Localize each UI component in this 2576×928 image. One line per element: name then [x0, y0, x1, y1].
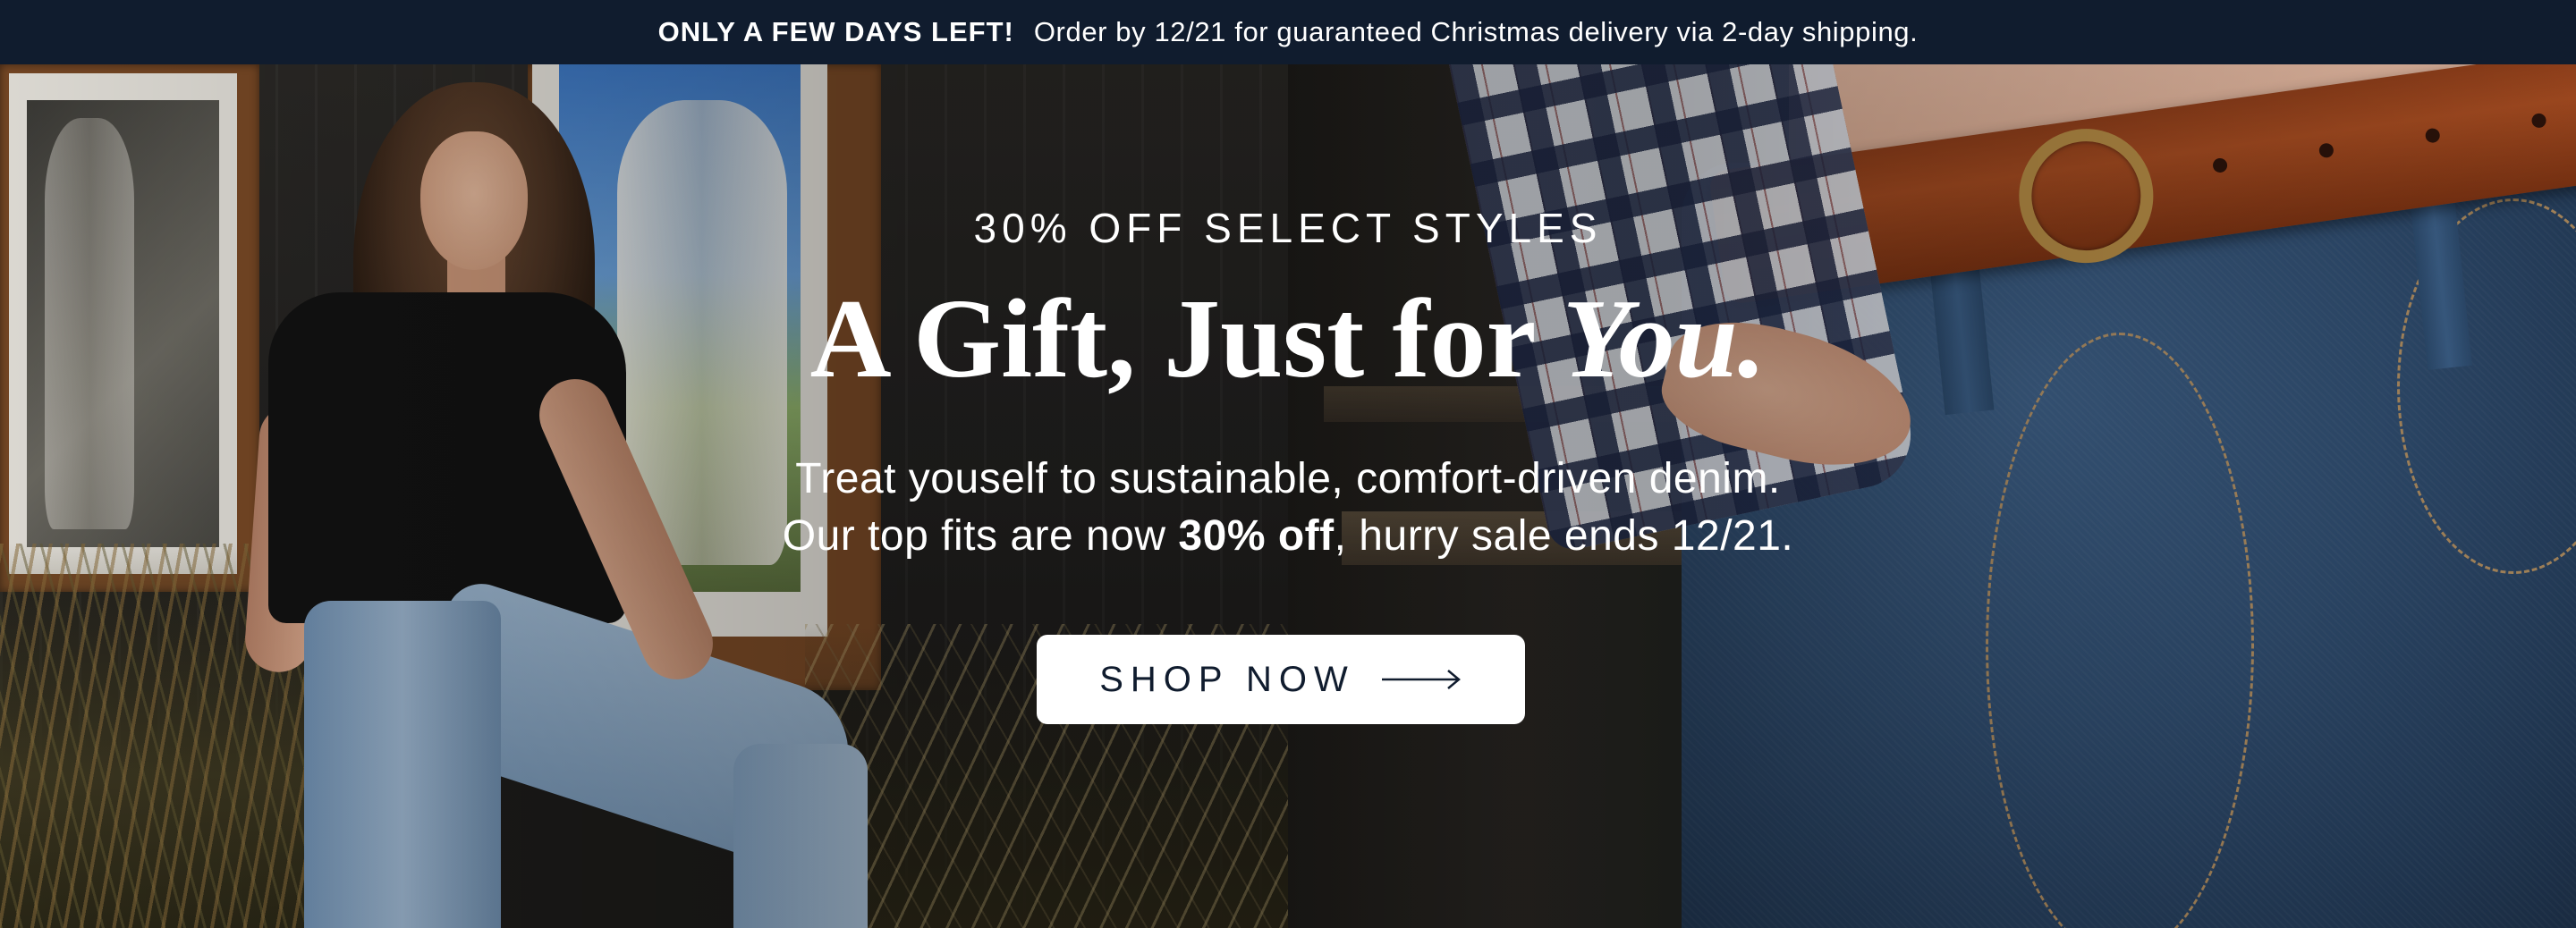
announcement-message: Order by 12/21 for guaranteed Christmas …: [1033, 16, 1919, 47]
shop-now-label: SHOP NOW: [1099, 659, 1355, 699]
headline-italic: You.: [1562, 277, 1767, 401]
hero-copy: 30% OFF SELECT STYLES A Gift, Just for Y…: [0, 64, 2576, 928]
body-line-2-discount: 30% off: [1178, 512, 1335, 560]
announcement-bar: ONLY A FEW DAYS LEFT! Order by 12/21 for…: [0, 0, 2576, 64]
arrow-right-icon: [1381, 670, 1461, 689]
body-line-1: Treat youself to sustainable, comfort-dr…: [795, 455, 1781, 502]
hero-headline: A Gift, Just for You.: [0, 283, 2576, 396]
announcement-highlight: ONLY A FEW DAYS LEFT!: [657, 16, 1014, 47]
hero-eyebrow: 30% OFF SELECT STYLES: [973, 205, 1603, 251]
hero-body: Treat youself to sustainable, comfort-dr…: [0, 451, 2576, 565]
shop-now-button[interactable]: SHOP NOW: [1037, 635, 1525, 724]
headline-main: A Gift, Just for: [809, 277, 1563, 401]
body-line-2-post: , hurry sale ends 12/21.: [1334, 512, 1794, 560]
body-line-2-pre: Our top fits are now: [782, 512, 1179, 560]
